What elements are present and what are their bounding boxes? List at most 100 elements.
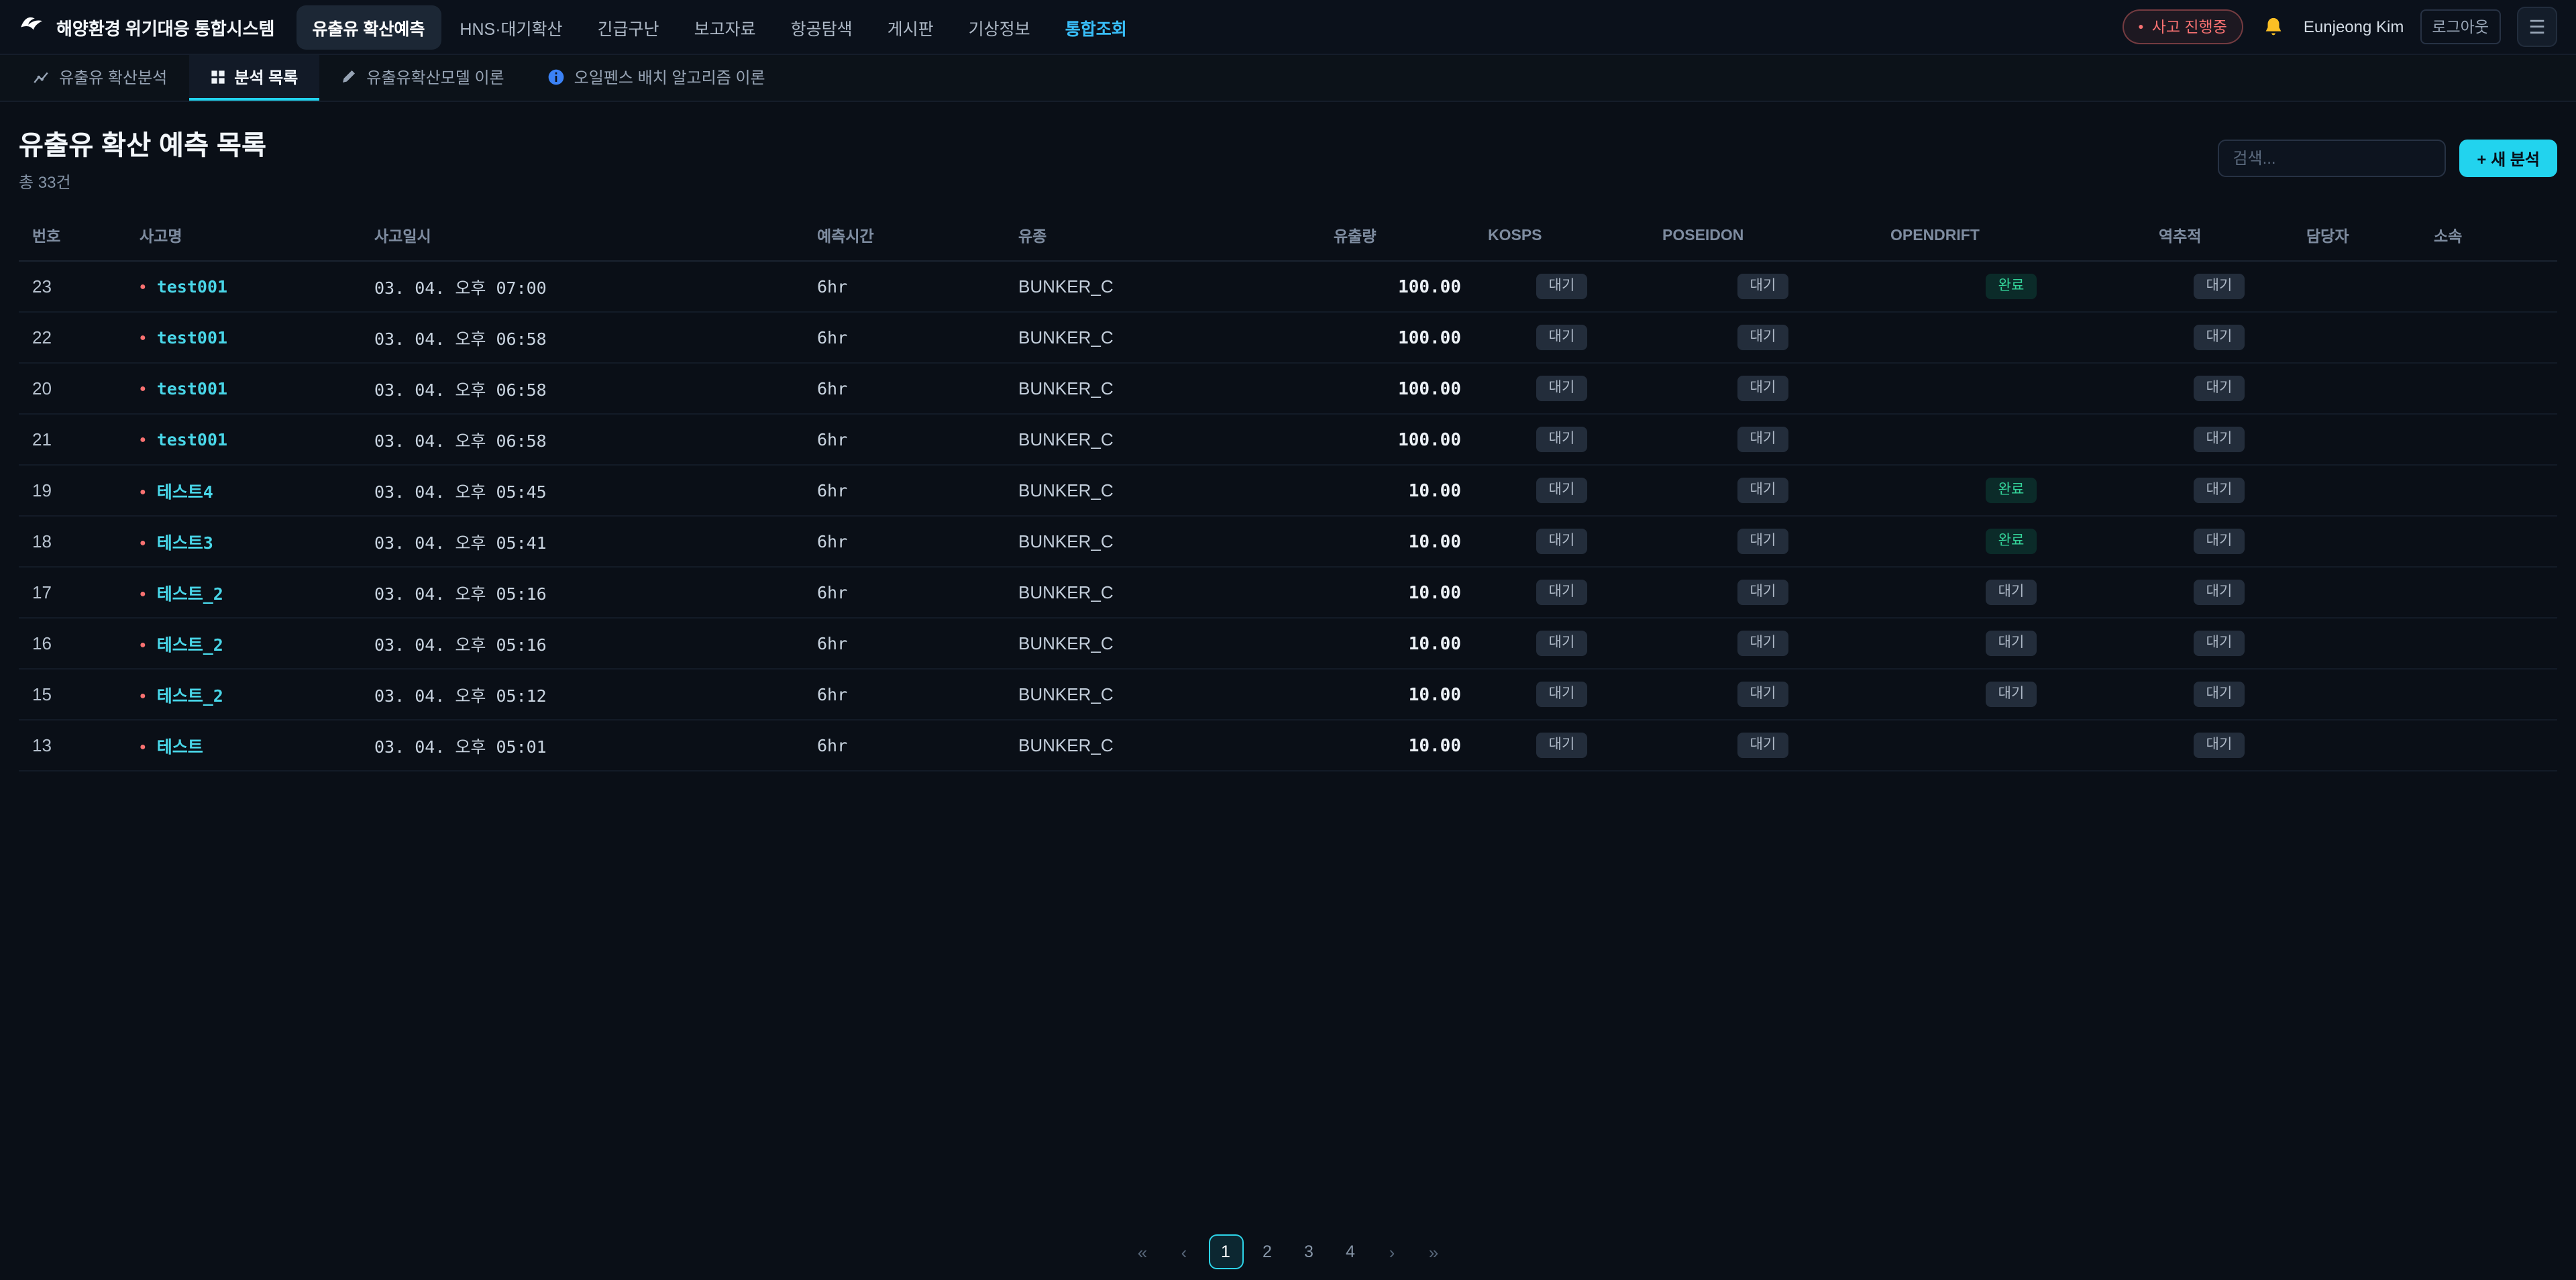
incident-status-dot: ● bbox=[140, 331, 146, 343]
incident-status-dot: ● bbox=[140, 690, 146, 702]
status-badge: 대기 bbox=[1537, 478, 1587, 503]
status-badge: 대기 bbox=[1738, 529, 1788, 554]
status-badge: 완료 bbox=[1986, 478, 2037, 503]
nav-item[interactable]: 유출유 확산예측 bbox=[296, 5, 441, 49]
prediction-table: 번호사고명사고일시예측시간유종유출량KOSPSPOSEIDONOPENDRIFT… bbox=[19, 212, 2557, 771]
incident-name-link[interactable]: test001 bbox=[157, 276, 227, 297]
tab-grid[interactable]: 분석 목록 bbox=[189, 55, 319, 101]
bell-icon bbox=[2262, 15, 2285, 38]
nav-item[interactable]: 보고자료 bbox=[678, 5, 772, 49]
table-row: 21●test00103. 04. 오후 06:586hrBUNKER_C100… bbox=[19, 414, 2557, 465]
status-badge: 대기 bbox=[2194, 478, 2245, 503]
page-number-button[interactable]: 1 bbox=[1208, 1234, 1243, 1269]
table-row: 20●test00103. 04. 오후 06:586hrBUNKER_C100… bbox=[19, 363, 2557, 414]
logout-button[interactable]: 로그아웃 bbox=[2420, 9, 2501, 44]
hamburger-menu-button[interactable]: ☰ bbox=[2517, 7, 2557, 47]
grid-icon bbox=[210, 69, 225, 84]
status-badge: 대기 bbox=[1738, 682, 1788, 707]
page-first-button[interactable]: « bbox=[1125, 1234, 1160, 1269]
status-badge: 대기 bbox=[2194, 733, 2245, 758]
nav-item[interactable]: 게시판 bbox=[871, 5, 950, 49]
incident-name-link[interactable]: 테스트_2 bbox=[157, 686, 223, 706]
incident-name-link[interactable]: 테스트4 bbox=[157, 482, 213, 502]
table-body: 23●test00103. 04. 오후 07:006hrBUNKER_C100… bbox=[19, 261, 2557, 771]
table-row: 13●테스트03. 04. 오후 05:016hrBUNKER_C10.00대기… bbox=[19, 720, 2557, 771]
page-last-button[interactable]: » bbox=[1416, 1234, 1451, 1269]
status-badge: 대기 bbox=[2194, 682, 2245, 707]
incident-status-dot: ● bbox=[140, 537, 146, 549]
incident-status-label: 사고 진행중 bbox=[2152, 16, 2227, 38]
status-badge: 완료 bbox=[1986, 274, 2037, 299]
brand-logo-icon bbox=[19, 13, 46, 40]
status-badge: 대기 bbox=[1986, 580, 2037, 605]
nav-item[interactable]: 기상정보 bbox=[953, 5, 1046, 49]
column-header: 역추적 bbox=[2145, 212, 2293, 261]
status-badge: 대기 bbox=[2194, 529, 2245, 554]
new-analysis-button[interactable]: + 새 분석 bbox=[2459, 140, 2557, 177]
status-badge: 대기 bbox=[1738, 580, 1788, 605]
incident-name-link[interactable]: test001 bbox=[157, 429, 227, 449]
column-header: 사고일시 bbox=[361, 212, 804, 261]
status-badge: 대기 bbox=[1738, 631, 1788, 656]
status-badge: 대기 bbox=[1537, 631, 1587, 656]
table-row: 19●테스트403. 04. 오후 05:456hrBUNKER_C10.00대… bbox=[19, 465, 2557, 516]
column-header: 사고명 bbox=[126, 212, 361, 261]
brand[interactable]: 해양환경 위기대응 통합시스템 bbox=[19, 13, 274, 40]
top-navbar: 해양환경 위기대응 통합시스템 유출유 확산예측HNS·대기확산긴급구난보고자료… bbox=[0, 0, 2576, 55]
incident-name-link[interactable]: 테스트3 bbox=[157, 533, 213, 553]
column-header: 유종 bbox=[1005, 212, 1320, 261]
total-count: 총 33건 bbox=[19, 170, 266, 193]
nav-item[interactable]: 항공탐색 bbox=[775, 5, 869, 49]
page-number-button[interactable]: 3 bbox=[1291, 1234, 1326, 1269]
table-row: 23●test00103. 04. 오후 07:006hrBUNKER_C100… bbox=[19, 261, 2557, 312]
status-badge: 대기 bbox=[2194, 580, 2245, 605]
status-badge: 대기 bbox=[1537, 682, 1587, 707]
status-badge: 대기 bbox=[1537, 376, 1587, 401]
status-badge: 대기 bbox=[2194, 631, 2245, 656]
incident-name-link[interactable]: test001 bbox=[157, 378, 227, 398]
incident-status-dot: ● bbox=[140, 639, 146, 651]
column-header: KOSPS bbox=[1474, 212, 1649, 261]
status-badge: 대기 bbox=[1738, 427, 1788, 452]
search-input[interactable] bbox=[2218, 140, 2446, 177]
info-icon bbox=[547, 68, 565, 85]
page-title: 유출유 확산 예측 목록 bbox=[19, 123, 266, 162]
incident-status-dot: ● bbox=[140, 382, 146, 394]
incident-status-dot: ● bbox=[140, 588, 146, 600]
incident-name-link[interactable]: 테스트 bbox=[157, 737, 203, 757]
notifications-button[interactable] bbox=[2259, 13, 2288, 41]
incident-status-dot: ● bbox=[140, 433, 146, 445]
incident-status-badge[interactable]: ● 사고 진행중 bbox=[2122, 9, 2243, 44]
page-number-button[interactable]: 2 bbox=[1250, 1234, 1285, 1269]
column-header: 소속 bbox=[2420, 212, 2557, 261]
status-badge: 대기 bbox=[1738, 376, 1788, 401]
status-badge: 대기 bbox=[2194, 274, 2245, 299]
status-badge: 대기 bbox=[1537, 529, 1587, 554]
status-badge: 대기 bbox=[1738, 478, 1788, 503]
incident-name-link[interactable]: 테스트_2 bbox=[157, 635, 223, 655]
incident-name-link[interactable]: test001 bbox=[157, 327, 227, 348]
column-header: 유출량 bbox=[1320, 212, 1474, 261]
nav-item[interactable]: HNS·대기확산 bbox=[443, 5, 578, 49]
page-prev-button[interactable]: ‹ bbox=[1167, 1234, 1201, 1269]
tab-info[interactable]: 오일펜스 배치 알고리즘 이론 bbox=[526, 55, 787, 101]
status-badge: 대기 bbox=[1738, 325, 1788, 350]
page-number-button[interactable]: 4 bbox=[1333, 1234, 1368, 1269]
brand-title: 해양환경 위기대응 통합시스템 bbox=[56, 14, 274, 40]
incident-status-dot: ● bbox=[140, 280, 146, 292]
column-header: 번호 bbox=[19, 212, 126, 261]
column-header: OPENDRIFT bbox=[1877, 212, 2145, 261]
analysis-chart-icon bbox=[32, 68, 50, 85]
incident-name-link[interactable]: 테스트_2 bbox=[157, 584, 223, 604]
column-header: 담당자 bbox=[2293, 212, 2420, 261]
page-next-button[interactable]: › bbox=[1375, 1234, 1409, 1269]
tab-pen[interactable]: 유출유확산모델 이론 bbox=[319, 55, 525, 101]
nav-item[interactable]: 긴급구난 bbox=[582, 5, 676, 49]
table-row: 15●테스트_203. 04. 오후 05:126hrBUNKER_C10.00… bbox=[19, 669, 2557, 720]
tab-analysis-chart[interactable]: 유출유 확산분석 bbox=[11, 55, 189, 101]
status-badge: 대기 bbox=[1986, 682, 2037, 707]
column-header: 예측시간 bbox=[804, 212, 1005, 261]
status-badge: 대기 bbox=[1537, 274, 1587, 299]
nav-item[interactable]: 통합조회 bbox=[1049, 5, 1143, 49]
table-header-row: 번호사고명사고일시예측시간유종유출량KOSPSPOSEIDONOPENDRIFT… bbox=[19, 212, 2557, 261]
